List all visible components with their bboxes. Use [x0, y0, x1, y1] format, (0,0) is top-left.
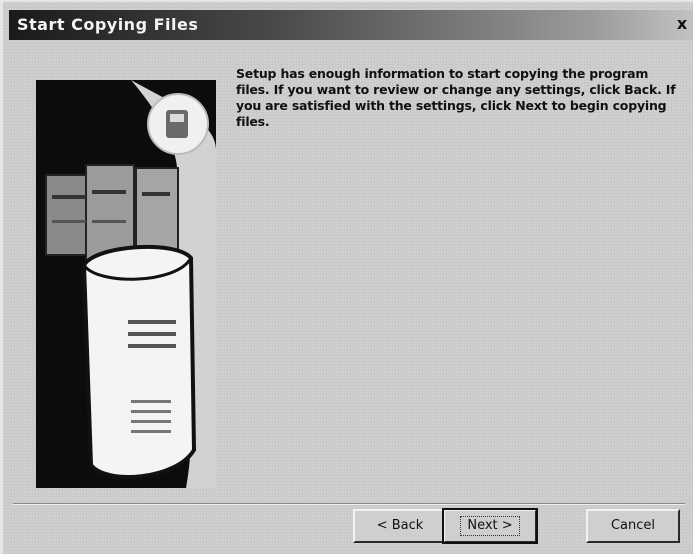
next-button[interactable]: Next >	[442, 508, 538, 544]
disk-icon	[147, 93, 209, 155]
server-graphic	[36, 80, 216, 488]
button-separator	[13, 503, 685, 505]
setup-dialog: Start Copying Files x Setup has enough i…	[0, 0, 693, 554]
close-button[interactable]: x	[673, 14, 691, 34]
back-button[interactable]: < Back	[353, 509, 447, 543]
title-bar[interactable]: Start Copying Files x	[9, 10, 693, 40]
setup-illustration	[36, 80, 216, 488]
cancel-button[interactable]: Cancel	[586, 509, 680, 543]
next-button-label: Next >	[460, 516, 520, 536]
main-server	[81, 244, 197, 479]
instructions-text: Setup has enough information to start co…	[236, 66, 676, 129]
window-title: Start Copying Files	[17, 15, 199, 34]
